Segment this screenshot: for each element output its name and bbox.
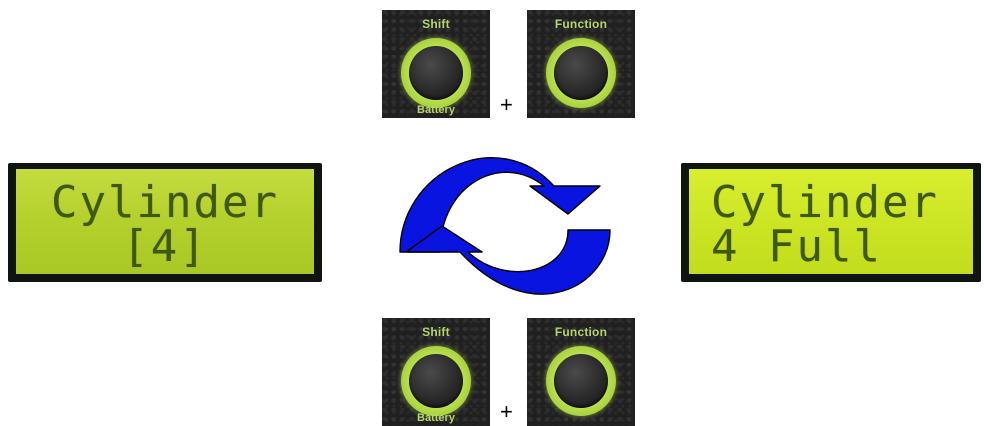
shift-button-ring: [401, 37, 471, 108]
lcd-screen-right: Cylinder 4 Full: [689, 169, 973, 274]
function-label-bottom: Function: [554, 325, 608, 339]
cycle-arrows-icon: [399, 157, 611, 295]
lcd-display-right: Cylinder 4 Full: [681, 163, 981, 282]
plus-sign: +: [500, 92, 513, 117]
function-label: Function: [554, 17, 608, 31]
function-button-bottom[interactable]: Function: [527, 318, 635, 426]
function-button-ring: [546, 37, 616, 108]
shift-label-bottom: Shift: [422, 325, 450, 339]
plus-sign-bottom: +: [500, 399, 513, 424]
function-button[interactable]: Function: [527, 10, 635, 118]
lcd-right-line1: Cylinder: [711, 177, 939, 228]
lcd-right-line2: 4 Full: [711, 221, 882, 272]
shift-button[interactable]: Shift Battery: [382, 10, 490, 118]
battery-label: Battery: [417, 104, 455, 116]
shift-label: Shift: [422, 17, 450, 31]
function-button-knob-bottom: [554, 353, 608, 408]
lcd-left-line1: Cylinder: [51, 177, 279, 228]
function-button-knob: [554, 45, 608, 100]
shift-button-knob: [409, 45, 463, 100]
shift-button-ring-bottom: [401, 345, 471, 416]
shift-button-bottom[interactable]: Shift Battery: [382, 318, 490, 426]
function-button-ring-bottom: [546, 345, 616, 416]
shift-button-knob-bottom: [409, 353, 463, 408]
battery-label-bottom: Battery: [417, 412, 455, 424]
lcd-left-line2: [4]: [122, 221, 208, 272]
lcd-screen-left: Cylinder [4]: [16, 169, 314, 274]
lower-arrow-icon: [405, 225, 611, 295]
lcd-display-left: Cylinder [4]: [8, 163, 322, 282]
